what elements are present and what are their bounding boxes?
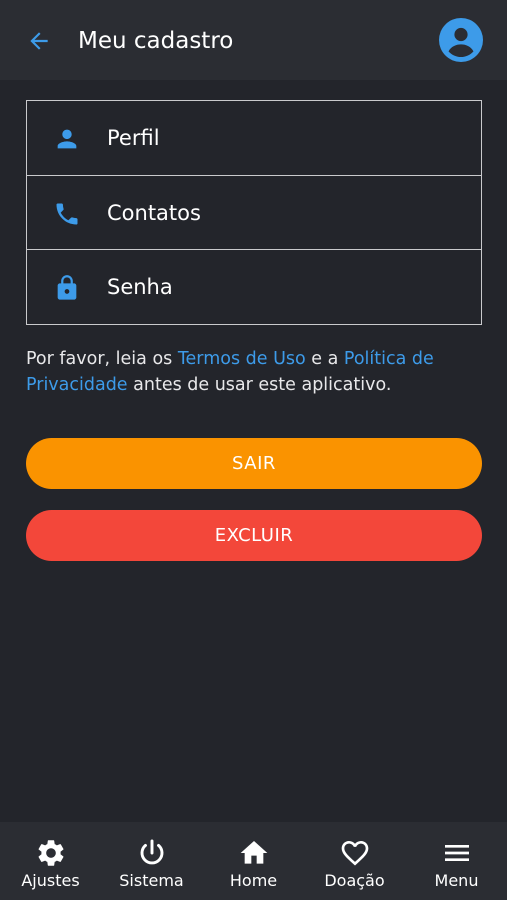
phone-icon xyxy=(56,203,78,225)
menu-item-label: Perfil xyxy=(107,126,160,150)
menu-item-label: Senha xyxy=(107,275,173,299)
menu-item-contatos[interactable]: Contatos xyxy=(27,175,481,249)
arrow-left-icon[interactable] xyxy=(26,28,52,54)
nav-item-ajustes[interactable]: Ajustes xyxy=(0,822,101,900)
logout-button[interactable]: SAIR xyxy=(26,438,482,489)
lock-icon xyxy=(57,275,77,300)
power-icon xyxy=(140,839,163,865)
menu-item-senha[interactable]: Senha xyxy=(27,249,481,323)
nav-label: Home xyxy=(229,871,278,890)
terms-notice: Por favor, leia os Termos de Uso e a Pol… xyxy=(26,346,496,398)
nav-item-sistema[interactable]: Sistema xyxy=(101,822,202,900)
delete-account-button[interactable]: EXCLUIR xyxy=(26,510,482,561)
heart-icon xyxy=(341,841,368,866)
page-title: Meu cadastro xyxy=(78,28,234,54)
menu-item-perfil[interactable]: Perfil xyxy=(27,101,481,175)
nav-label: Sistema xyxy=(119,871,184,890)
app-header: Meu cadastro xyxy=(0,0,507,80)
terms-of-use-link[interactable]: Termos de Uso xyxy=(178,349,306,369)
notice-text: Por favor, leia os xyxy=(26,349,178,369)
menu-item-label: Contatos xyxy=(107,201,201,225)
nav-item-home[interactable]: Home xyxy=(203,822,304,900)
nav-item-doacao[interactable]: Doação xyxy=(304,822,405,900)
person-icon xyxy=(57,129,77,149)
notice-text: e a xyxy=(305,349,344,369)
notice-text: antes de usar este aplicativo. xyxy=(127,375,392,395)
account-circle-icon[interactable] xyxy=(439,18,483,62)
gear-icon xyxy=(38,840,63,866)
account-menu: Perfil Contatos Senha xyxy=(26,100,482,325)
bottom-navigation: Ajustes Sistema Home Doação Menu xyxy=(0,822,507,900)
nav-label: Menu xyxy=(434,871,479,890)
nav-item-menu[interactable]: Menu xyxy=(406,822,507,900)
nav-label: Doação xyxy=(324,871,385,890)
home-icon xyxy=(240,841,267,864)
hamburger-menu-icon xyxy=(444,845,469,861)
nav-label: Ajustes xyxy=(21,871,80,890)
